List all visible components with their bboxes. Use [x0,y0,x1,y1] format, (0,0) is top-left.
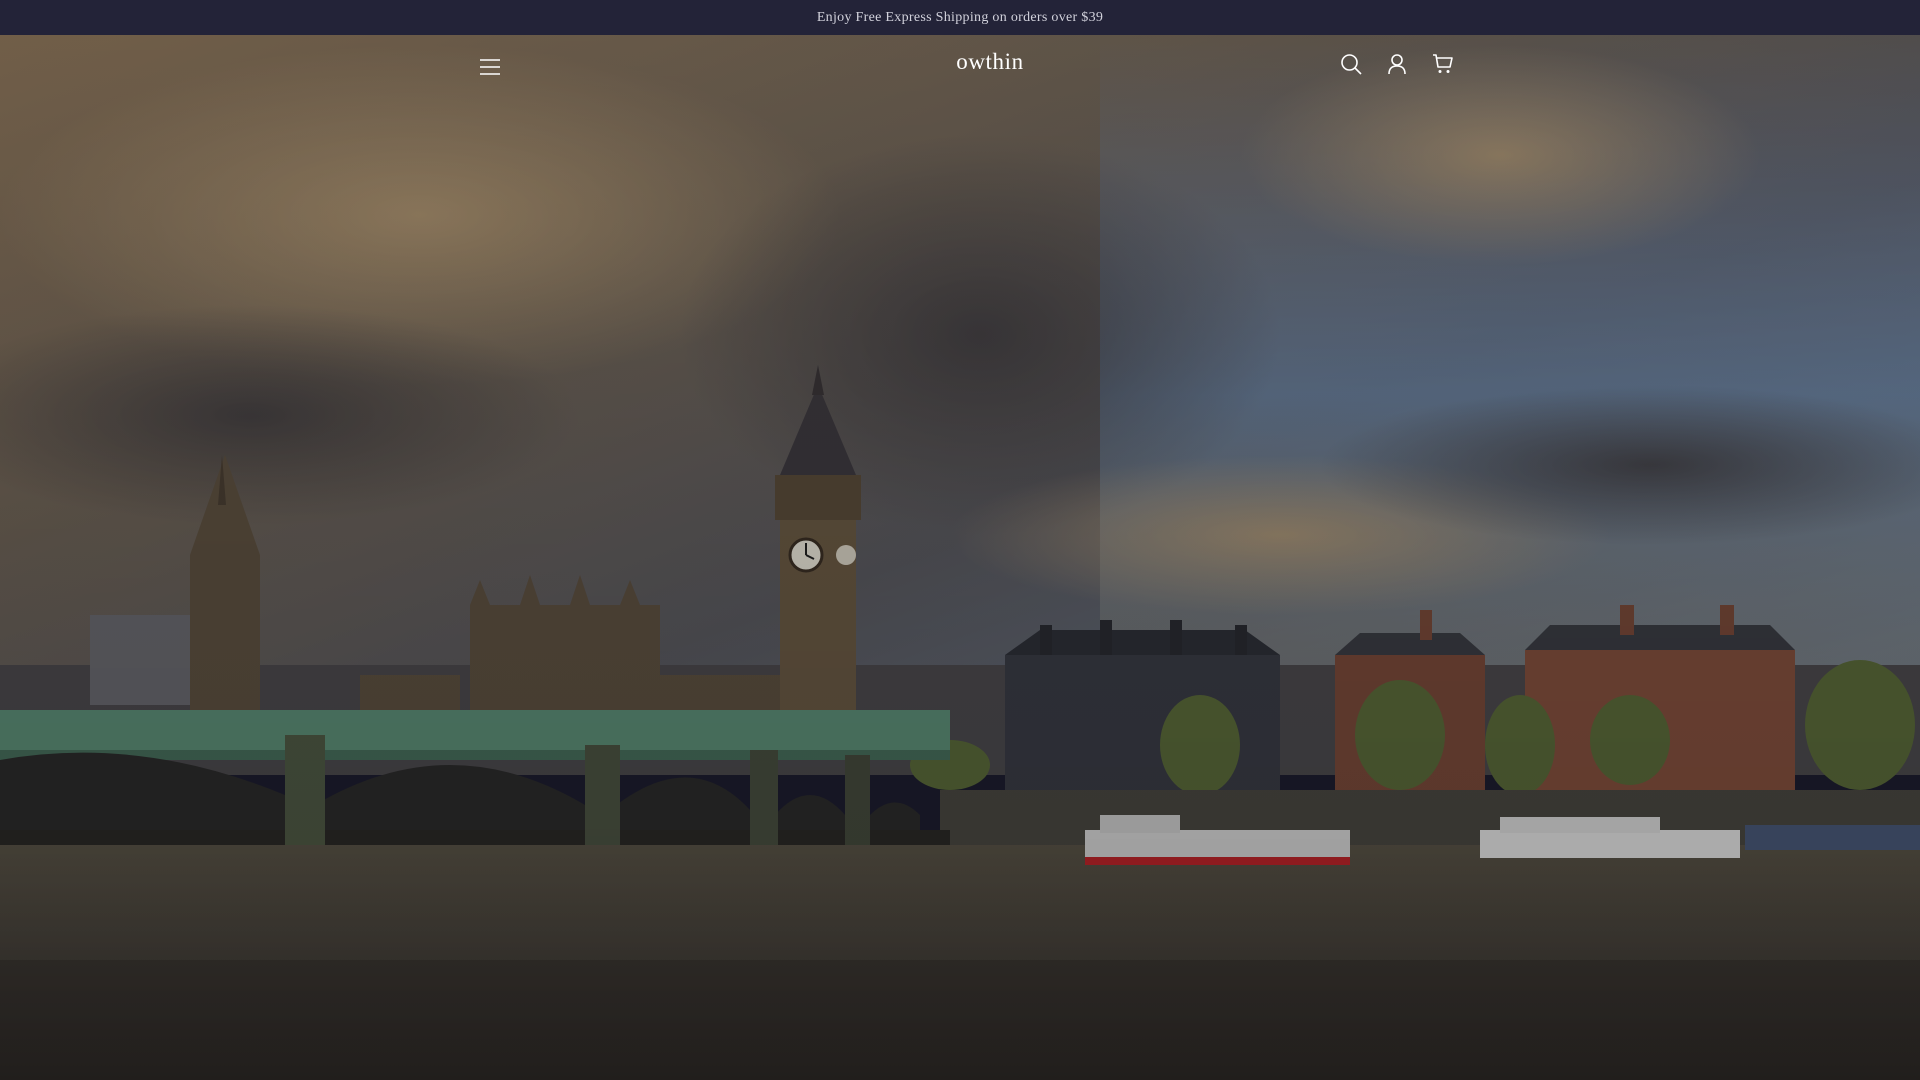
account-icon [1388,54,1406,75]
hero-image [0,35,1920,1080]
search-icon [1341,54,1362,75]
site-logo[interactable]: owthin [860,49,1120,75]
cart-button[interactable] [1428,49,1458,79]
announcement-text: Enjoy Free Express Shipping on orders ov… [816,9,1104,25]
account-button[interactable] [1382,49,1412,79]
search-button[interactable] [1336,49,1366,79]
hamburger-menu-icon [480,59,500,75]
cart-icon [1433,54,1453,73]
announcement-bar: Enjoy Free Express Shipping on orders ov… [0,0,1920,35]
site-header: owthin [0,35,1920,97]
menu-button[interactable] [474,53,506,81]
hero-banner[interactable] [0,35,1920,1080]
